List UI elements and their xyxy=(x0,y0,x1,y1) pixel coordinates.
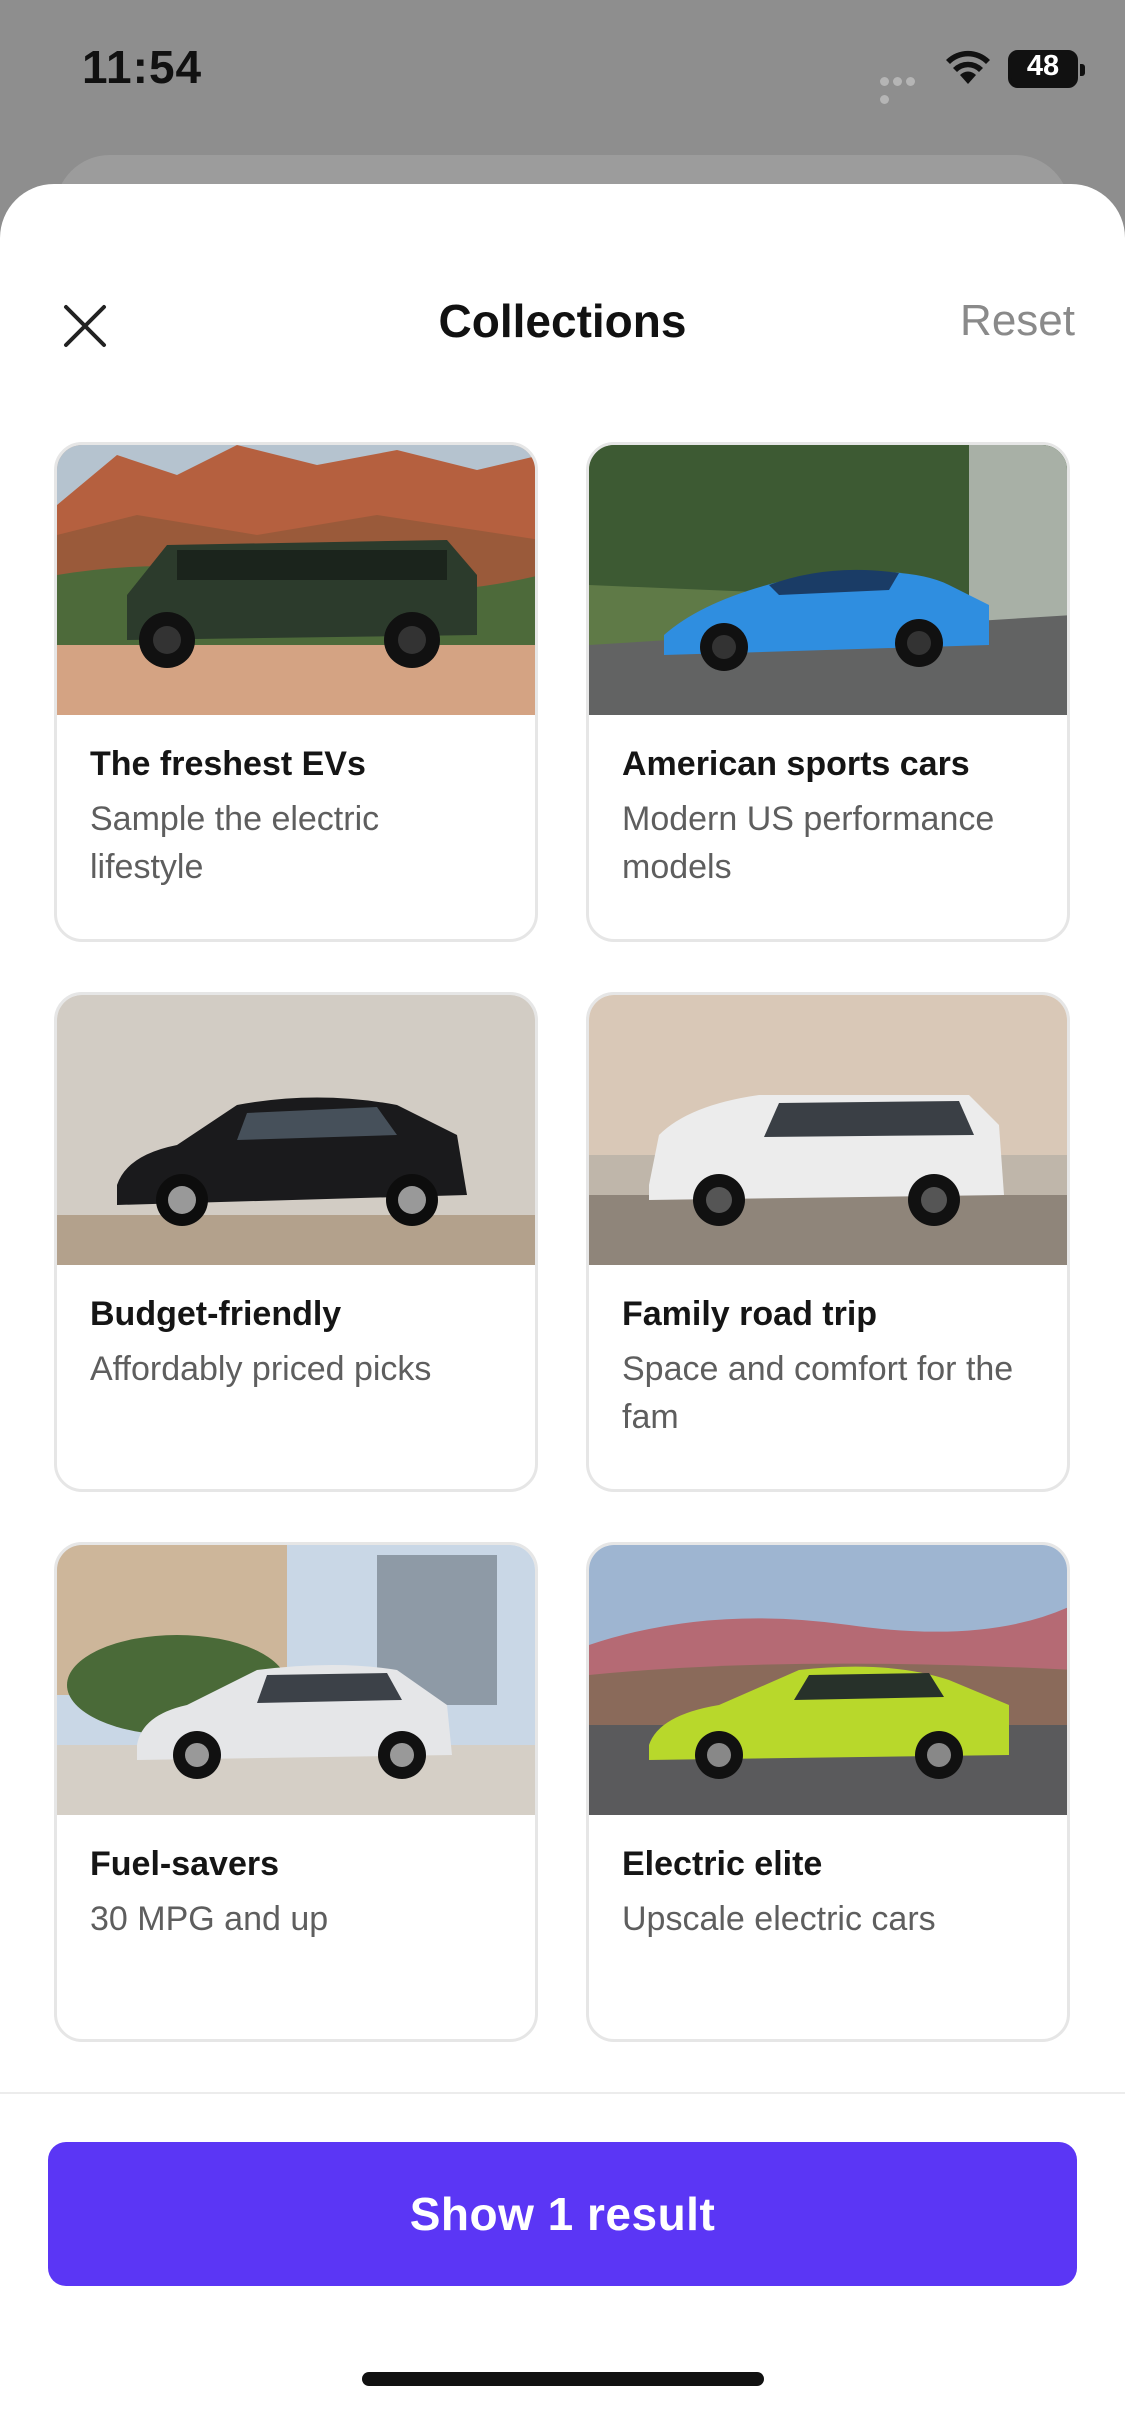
collection-subtitle: 30 MPG and up xyxy=(90,1900,329,1938)
collection-image xyxy=(57,995,535,1265)
cellular-signal-icon xyxy=(880,73,930,104)
collection-subtitle: Space and comfort for the fam xyxy=(622,1350,1014,1436)
battery-level: 48 xyxy=(1026,50,1060,82)
collection-title: Budget-friendly xyxy=(90,1295,342,1333)
collection-card-american-sports-cars[interactable]: American sports cars Modern US performan… xyxy=(586,442,1070,942)
collection-title: Fuel-savers xyxy=(90,1845,279,1883)
reset-button[interactable]: Reset xyxy=(960,296,1075,346)
collections-sheet: Collections Reset The freshest EVs Sampl… xyxy=(0,184,1125,2436)
home-indicator xyxy=(362,2372,764,2386)
collection-image xyxy=(589,995,1067,1265)
collection-image xyxy=(57,445,535,715)
collection-card-electric-elite[interactable]: Electric elite Upscale electric cars xyxy=(586,1542,1070,2042)
collection-card-family-road-trip[interactable]: Family road trip Space and comfort for t… xyxy=(586,992,1070,1492)
collection-card-fuel-savers[interactable]: Fuel-savers 30 MPG and up xyxy=(54,1542,538,2042)
show-results-button[interactable]: Show 1 result xyxy=(48,2142,1077,2286)
sheet-header: Collections Reset xyxy=(0,184,1125,444)
collection-image xyxy=(589,1545,1067,1815)
collection-subtitle: Modern US performance models xyxy=(622,800,995,886)
sheet-title: Collections xyxy=(438,295,687,347)
collection-image xyxy=(589,445,1067,715)
collection-card-freshest-evs[interactable]: The freshest EVs Sample the electric lif… xyxy=(54,442,538,942)
collection-title: American sports cars xyxy=(622,745,970,783)
status-time: 11:54 xyxy=(82,41,203,93)
collection-title: The freshest EVs xyxy=(90,745,366,783)
battery-icon: 48 xyxy=(1008,50,1085,88)
collection-subtitle: Affordably priced picks xyxy=(90,1350,432,1388)
wifi-icon xyxy=(946,50,990,84)
collection-card-budget-friendly[interactable]: Budget-friendly Affordably priced picks xyxy=(54,992,538,1492)
collection-title: Electric elite xyxy=(622,1845,823,1883)
collection-title: Family road trip xyxy=(622,1295,878,1333)
status-bar: 11:54 48 xyxy=(0,0,1125,140)
collection-subtitle: Sample the electric lifestyle xyxy=(90,800,380,886)
sheet-footer: Show 1 result xyxy=(0,2092,1125,2436)
collection-subtitle: Upscale electric cars xyxy=(622,1900,936,1938)
collection-image xyxy=(57,1545,535,1815)
